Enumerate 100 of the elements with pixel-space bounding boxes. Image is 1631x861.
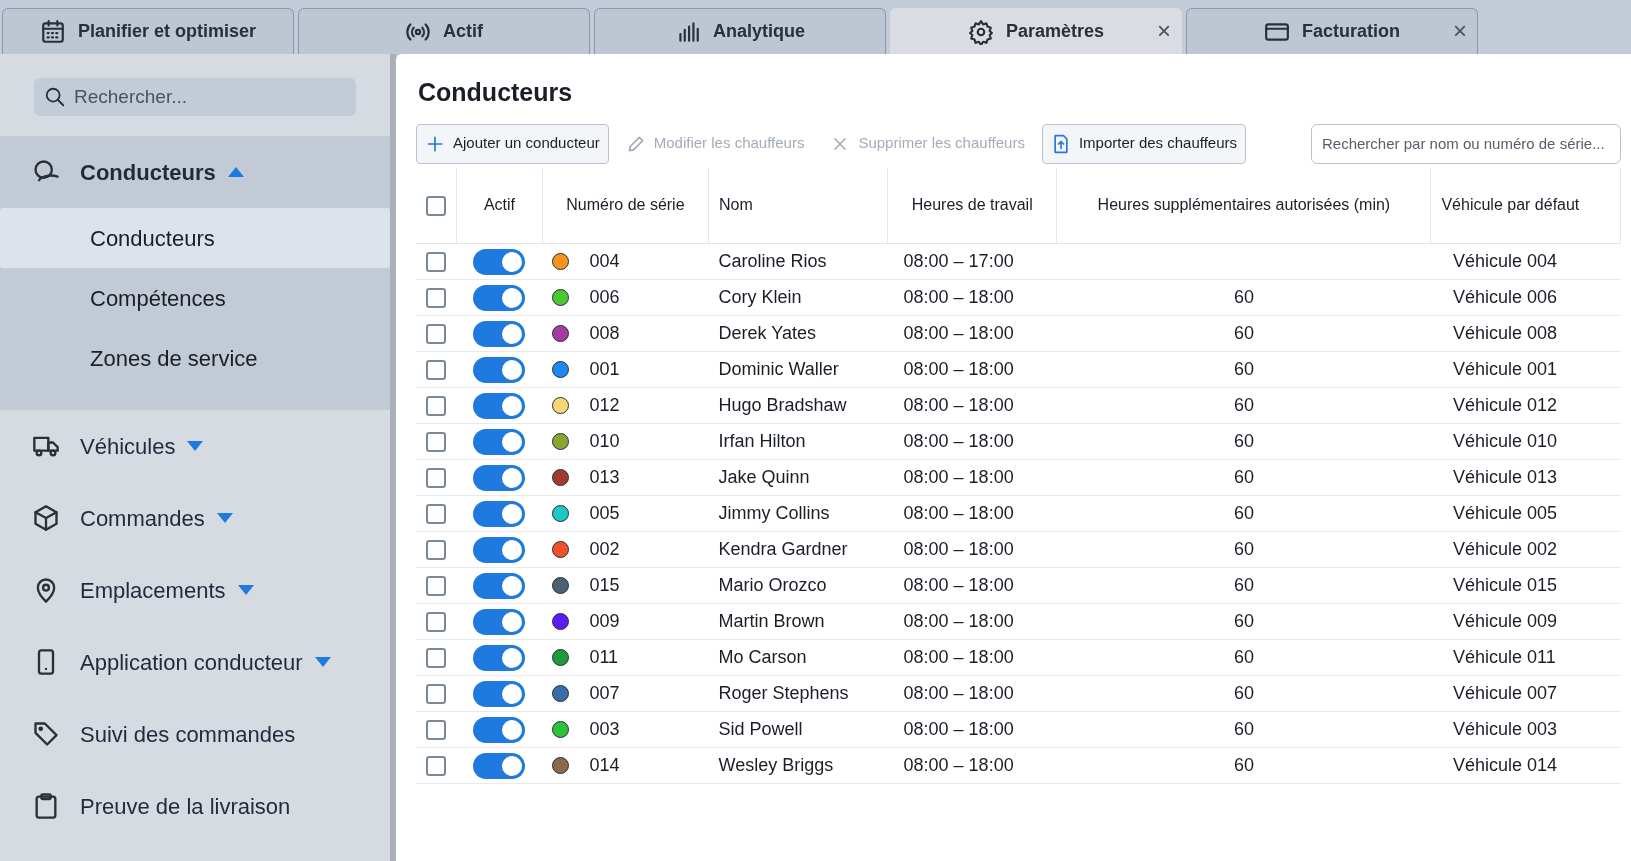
import-button[interactable]: Importer des chauffeurs bbox=[1041, 123, 1247, 164]
tag-icon bbox=[32, 720, 60, 748]
toggle-switch[interactable] bbox=[473, 321, 526, 348]
working-hours: 08:00 – 18:00 bbox=[903, 539, 1014, 559]
sidebar-item[interactable]: Véhicules bbox=[0, 410, 390, 482]
working-hours: 08:00 – 18:00 bbox=[903, 503, 1014, 523]
toggle-switch[interactable] bbox=[473, 717, 526, 744]
sidebar-subitem[interactable]: Compétences bbox=[0, 268, 390, 328]
tab[interactable]: Facturation × bbox=[1186, 8, 1478, 54]
row-checkbox[interactable] bbox=[426, 540, 446, 561]
default-vehicle: Véhicule 004 bbox=[1452, 251, 1558, 271]
overtime-minutes: 60 bbox=[1233, 539, 1254, 559]
serial-number: 002 bbox=[589, 539, 620, 560]
caret-icon bbox=[187, 441, 204, 451]
select-all-checkbox[interactable] bbox=[426, 196, 446, 216]
toggle-switch[interactable] bbox=[473, 681, 526, 708]
tab[interactable]: Paramètres × bbox=[890, 8, 1182, 54]
sidebar-item[interactable]: Commandes bbox=[0, 482, 390, 554]
serial-number: 012 bbox=[589, 395, 620, 416]
column-header: Heures supplémentaires autorisées (min) bbox=[1056, 167, 1431, 244]
add-button[interactable]: Ajouter un conducteur bbox=[416, 123, 609, 164]
search-field[interactable]: Rechercher par nom ou numéro de série... bbox=[1311, 123, 1621, 164]
driver-name: Sid Powell bbox=[718, 719, 803, 739]
toggle-switch[interactable] bbox=[473, 645, 526, 672]
column-header: Véhicule par défaut bbox=[1430, 167, 1621, 244]
sidebar-item[interactable]: Emplacements bbox=[0, 554, 390, 626]
driver-name: Roger Stephens bbox=[718, 683, 849, 703]
driver-name: Jake Quinn bbox=[718, 467, 810, 487]
caret-icon bbox=[314, 657, 331, 667]
driver-name: Martin Brown bbox=[718, 611, 825, 631]
sidebar-item[interactable]: Application conducteur bbox=[0, 626, 390, 698]
sidebar-subitem[interactable]: Conducteurs bbox=[0, 208, 390, 268]
row-checkbox[interactable] bbox=[426, 468, 446, 489]
close-button[interactable]: × bbox=[1157, 19, 1171, 43]
row-checkbox[interactable] bbox=[426, 648, 446, 669]
toggle-switch[interactable] bbox=[473, 537, 526, 564]
toggle-switch[interactable] bbox=[473, 501, 526, 528]
overtime-minutes: 60 bbox=[1233, 287, 1254, 307]
toggle-switch[interactable] bbox=[473, 429, 526, 456]
page-title: Conducteurs bbox=[418, 77, 574, 108]
default-vehicle: Véhicule 010 bbox=[1452, 431, 1558, 451]
row-checkbox[interactable] bbox=[426, 612, 446, 633]
serial-number: 015 bbox=[589, 575, 620, 596]
serial-number: 005 bbox=[589, 503, 620, 524]
caret-icon bbox=[227, 167, 244, 177]
row-checkbox[interactable] bbox=[426, 432, 446, 453]
caret-icon bbox=[237, 585, 254, 595]
sidebar-subitem[interactable]: Zones de service bbox=[0, 328, 390, 388]
toggle-switch[interactable] bbox=[473, 393, 526, 420]
default-vehicle: Véhicule 003 bbox=[1452, 719, 1558, 739]
row-checkbox[interactable] bbox=[426, 288, 446, 309]
working-hours: 08:00 – 18:00 bbox=[903, 755, 1014, 775]
close-button[interactable]: × bbox=[1453, 19, 1467, 43]
working-hours: 08:00 – 18:00 bbox=[903, 359, 1014, 379]
row-checkbox[interactable] bbox=[426, 252, 446, 273]
tab[interactable]: Analytique bbox=[594, 8, 886, 54]
default-vehicle: Véhicule 013 bbox=[1452, 467, 1558, 487]
working-hours: 08:00 – 18:00 bbox=[903, 647, 1014, 667]
row-checkbox[interactable] bbox=[426, 576, 446, 597]
toggle-switch[interactable] bbox=[473, 753, 526, 780]
row-checkbox[interactable] bbox=[426, 720, 446, 741]
row-checkbox[interactable] bbox=[426, 324, 446, 345]
tab[interactable]: Actif bbox=[298, 8, 590, 54]
driver-name: Derek Yates bbox=[718, 323, 816, 343]
toggle-switch[interactable] bbox=[473, 249, 526, 276]
driver-name: Mo Carson bbox=[718, 647, 807, 667]
tab[interactable]: Planifier et optimiser bbox=[2, 8, 294, 54]
overtime-minutes: 60 bbox=[1233, 755, 1254, 775]
search-field[interactable]: Rechercher... bbox=[34, 78, 356, 116]
working-hours: 08:00 – 18:00 bbox=[903, 431, 1014, 451]
row-checkbox[interactable] bbox=[426, 684, 446, 705]
default-vehicle: Véhicule 015 bbox=[1452, 575, 1558, 595]
driver-name: Caroline Rios bbox=[718, 251, 827, 271]
toggle-switch[interactable] bbox=[473, 465, 526, 492]
column-header: Numéro de série bbox=[542, 167, 709, 244]
toggle-switch[interactable] bbox=[473, 285, 526, 312]
overtime-minutes: 60 bbox=[1233, 359, 1254, 379]
working-hours: 08:00 – 18:00 bbox=[903, 467, 1014, 487]
row-checkbox[interactable] bbox=[426, 756, 446, 777]
overtime-minutes: 60 bbox=[1233, 683, 1254, 703]
toggle-switch[interactable] bbox=[473, 357, 526, 384]
sidebar-item[interactable]: Suivi des commandes bbox=[0, 698, 390, 770]
default-vehicle: Véhicule 009 bbox=[1452, 611, 1558, 631]
serial-number: 001 bbox=[589, 359, 620, 380]
row-checkbox[interactable] bbox=[426, 396, 446, 417]
driver-name: Jimmy Collins bbox=[718, 503, 830, 523]
serial-number: 013 bbox=[589, 467, 620, 488]
sidebar-item[interactable]: Conducteurs bbox=[0, 136, 390, 208]
row-checkbox[interactable] bbox=[426, 504, 446, 525]
overtime-minutes: 60 bbox=[1233, 575, 1254, 595]
toggle-switch[interactable] bbox=[473, 573, 526, 600]
serial-number: 008 bbox=[589, 323, 620, 344]
default-vehicle: Véhicule 001 bbox=[1452, 359, 1558, 379]
working-hours: 08:00 – 18:00 bbox=[903, 323, 1014, 343]
overtime-minutes: 60 bbox=[1233, 503, 1254, 523]
sidebar-item[interactable]: Preuve de la livraison bbox=[0, 770, 390, 842]
toggle-switch[interactable] bbox=[473, 609, 526, 636]
serial-number: 011 bbox=[589, 647, 619, 668]
row-checkbox[interactable] bbox=[426, 360, 446, 381]
driver-name: Irfan Hilton bbox=[718, 431, 806, 451]
